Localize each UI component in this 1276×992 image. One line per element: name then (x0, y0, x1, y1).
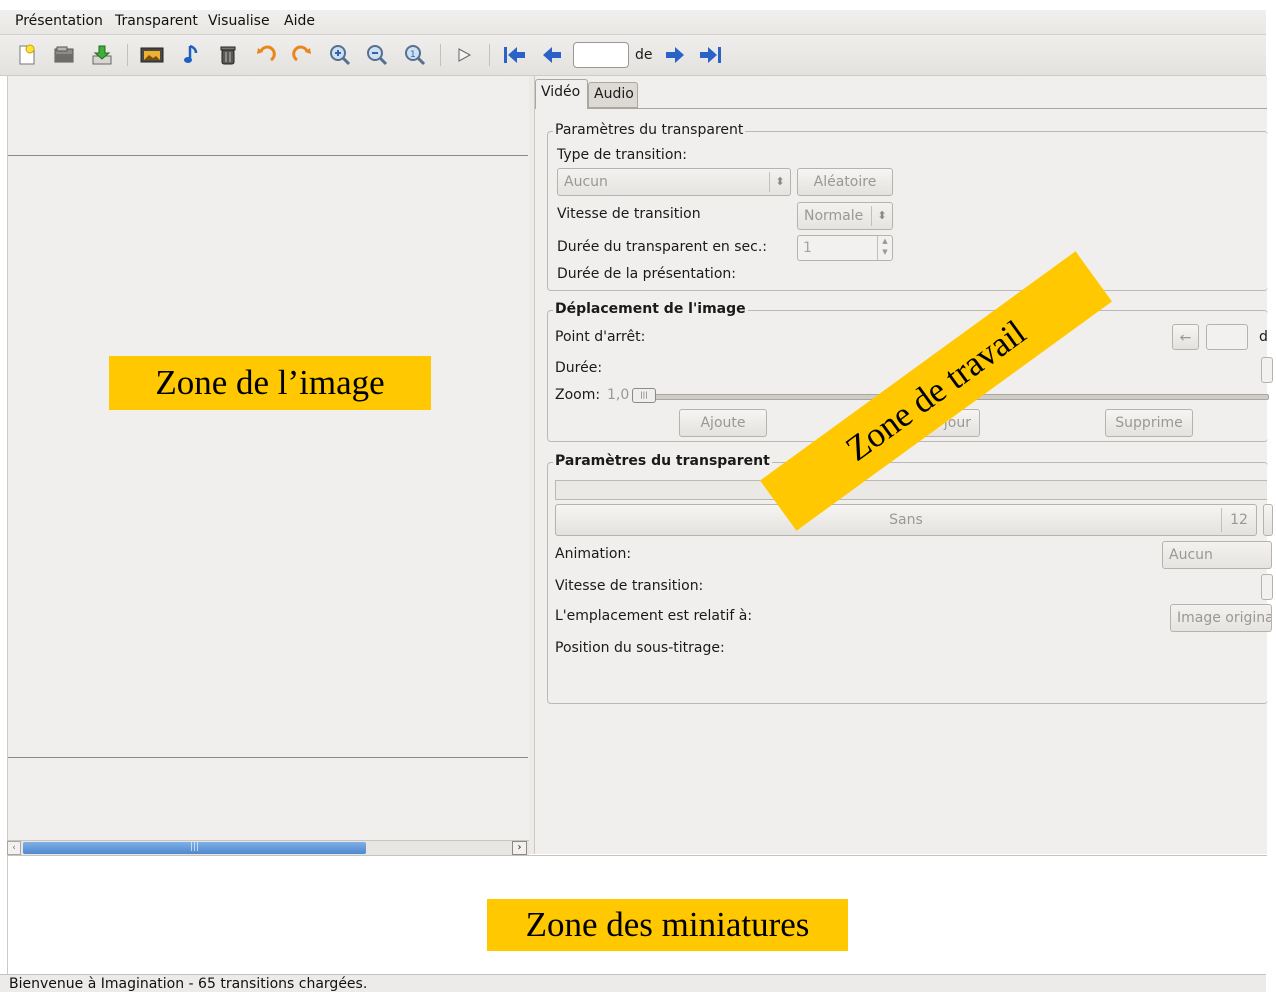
next-slide-icon[interactable] (663, 43, 687, 67)
tab-audio[interactable]: Audio (588, 82, 638, 108)
rotate-left-icon[interactable] (254, 43, 278, 67)
text-speed-spinner[interactable] (1261, 574, 1273, 600)
import-music-icon[interactable] (179, 43, 203, 67)
image-bottom-border (8, 757, 528, 758)
scroll-left-arrow-icon[interactable]: ‹ (7, 841, 21, 855)
spinner-arrows-icon[interactable]: ▲ ▼ (877, 236, 892, 260)
slide-duration-value: 1 (803, 240, 812, 256)
motion-duration-label: Durée: (555, 360, 603, 376)
zoom-slider-handle[interactable]: ||| (632, 388, 656, 403)
menu-transparent[interactable]: Transparent (115, 13, 198, 29)
text-color-button[interactable] (1263, 504, 1273, 536)
zoom-in-icon[interactable] (328, 43, 352, 67)
stop-point-label: Point d'arrêt: (555, 329, 646, 345)
zoom-normal-icon[interactable]: 1 (403, 43, 427, 67)
remove-button[interactable]: Supprime (1105, 409, 1193, 437)
placement-combo[interactable]: Image origina (1170, 604, 1272, 632)
random-button[interactable]: Aléatoire (797, 168, 893, 196)
motion-duration-spinner[interactable] (1261, 357, 1273, 383)
placement-value: Image origina (1177, 610, 1272, 626)
scrollbar-thumb[interactable]: ||| (23, 842, 366, 854)
font-button[interactable]: Sans 12 (555, 504, 1257, 536)
font-size: 12 (1221, 508, 1256, 532)
menu-bar: Présentation Transparent Visualise Aide (0, 10, 1266, 35)
rotate-right-icon[interactable] (290, 43, 314, 67)
image-area (7, 76, 530, 854)
page-number-input[interactable] (573, 42, 629, 68)
combo-arrows-icon: ⬍ (871, 206, 892, 226)
menu-presentation[interactable]: Présentation (15, 13, 103, 29)
stop-point-input[interactable] (1206, 324, 1248, 350)
save-slideshow-icon[interactable] (90, 43, 114, 67)
animation-combo[interactable]: Aucun (1162, 541, 1272, 569)
transition-speed-value: Normale (804, 208, 864, 224)
animation-value: Aucun (1169, 547, 1213, 563)
thumbnails-zone-annotation: Zone des miniatures (487, 899, 848, 951)
work-area: Paramètres du transparent Type de transi… (534, 76, 1273, 855)
transition-type-value: Aucun (564, 174, 608, 190)
transition-speed-combo[interactable]: Normale ⬍ (797, 202, 893, 230)
stop-point-of-label: d (1259, 329, 1268, 345)
text-speed-label: Vitesse de transition: (555, 578, 704, 594)
page-of-label: de (635, 47, 653, 63)
toolbar-separator (489, 44, 490, 66)
toolbar-separator (127, 44, 128, 66)
open-slideshow-icon[interactable] (52, 43, 76, 67)
slide-text-title: Paramètres du transparent (553, 453, 772, 469)
placement-label: L'emplacement est relatif à: (555, 608, 753, 624)
status-text: Bienvenue à Imagination - 65 transitions… (9, 976, 368, 992)
scroll-right-arrow-icon[interactable]: › (512, 841, 527, 855)
slide-settings-title: Paramètres du transparent (553, 122, 746, 138)
zoom-value: 1,0 (607, 387, 630, 403)
transition-type-label: Type de transition: (557, 147, 687, 163)
first-slide-icon[interactable] (502, 43, 526, 67)
slide-duration-spinner[interactable]: 1 ▲ ▼ (797, 235, 893, 261)
delete-icon[interactable] (216, 43, 240, 67)
toolbar: 1 de (0, 35, 1266, 76)
font-name: Sans (889, 512, 923, 528)
subtitle-text-field[interactable] (555, 480, 1267, 500)
status-bar: Bienvenue à Imagination - 65 transitions… (0, 974, 1266, 992)
tab-content: Paramètres du transparent Type de transi… (535, 108, 1273, 855)
subtitle-position-label: Position du sous-titrage: (555, 640, 725, 656)
svg-text:1: 1 (410, 50, 416, 60)
tab-video[interactable]: Vidéo (535, 79, 588, 109)
preview-play-icon[interactable] (452, 43, 476, 67)
last-slide-icon[interactable] (699, 43, 723, 67)
combo-arrows-icon: ⬍ (769, 172, 790, 192)
transition-speed-label: Vitesse de transition (557, 206, 701, 222)
zoom-label: Zoom: (555, 387, 601, 403)
menu-aide[interactable]: Aide (284, 13, 315, 29)
animation-label: Animation: (555, 546, 632, 562)
menu-visualise[interactable]: Visualise (208, 13, 270, 29)
import-pictures-icon[interactable] (140, 43, 164, 67)
image-top-border (8, 155, 528, 156)
previous-slide-icon[interactable] (540, 43, 564, 67)
zoom-out-icon[interactable] (365, 43, 389, 67)
transition-type-combo[interactable]: Aucun ⬍ (557, 168, 791, 196)
new-slideshow-icon[interactable] (15, 43, 39, 67)
previous-stop-point-icon[interactable]: ← (1172, 324, 1199, 350)
add-button[interactable]: Ajoute (679, 409, 767, 437)
image-horizontal-scrollbar[interactable]: ‹ ||| › (7, 840, 529, 856)
slide-duration-label: Durée du transparent en sec.: (557, 239, 768, 255)
image-motion-title: Déplacement de l'image (553, 301, 748, 317)
toolbar-separator (440, 44, 441, 66)
image-zone-annotation: Zone de l’image (109, 356, 431, 410)
presentation-duration-label: Durée de la présentation: (557, 266, 736, 282)
